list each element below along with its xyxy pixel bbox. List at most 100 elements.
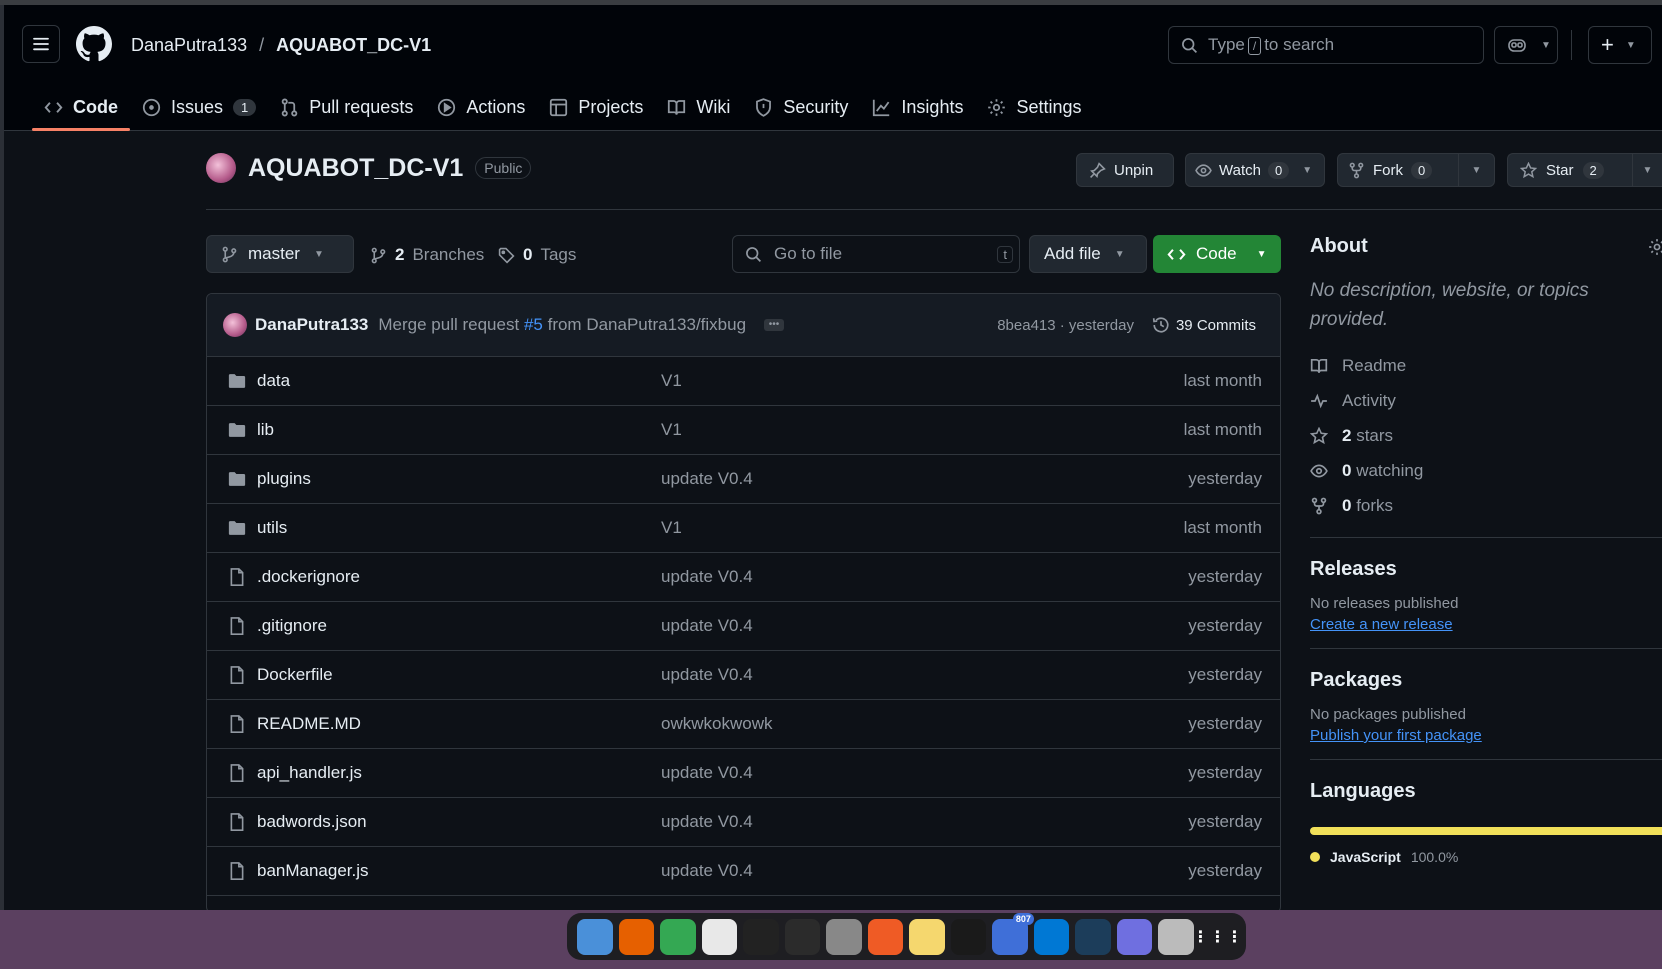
dock-postman-icon[interactable]: [867, 918, 904, 955]
forks-link[interactable]: 0 forks: [1310, 488, 1662, 523]
repo-name[interactable]: AQUABOT_DC-V1: [248, 154, 463, 183]
tab-actions[interactable]: Actions: [425, 87, 537, 127]
dock-chat-icon[interactable]: 807: [992, 912, 1034, 955]
github-logo-icon[interactable]: [76, 26, 112, 62]
tab-insights[interactable]: Insights: [860, 87, 975, 127]
file-row[interactable]: Dockerfile update V0.4 yesterday: [207, 651, 1280, 700]
dock-app-a-icon[interactable]: [743, 918, 779, 955]
create-new-button[interactable]: + ▼: [1588, 26, 1652, 64]
branch-selector[interactable]: master ▼: [206, 235, 354, 273]
star-dropdown[interactable]: ▼: [1632, 154, 1662, 186]
file-row[interactable]: lib V1 last month: [207, 406, 1280, 455]
file-name[interactable]: lib: [257, 420, 274, 440]
dock-app-grid-icon[interactable]: ⋮⋮⋮: [1192, 918, 1242, 955]
pr-link[interactable]: #5: [524, 315, 543, 334]
dock-trash-icon[interactable]: [1158, 918, 1194, 955]
file-name[interactable]: api_handler.js: [257, 763, 362, 783]
avatar[interactable]: [206, 153, 236, 183]
dock-chrome-icon[interactable]: [660, 918, 696, 955]
dock-notes-icon[interactable]: [909, 918, 945, 955]
code-button[interactable]: Code ▼: [1153, 235, 1281, 273]
tags-link[interactable]: 0 Tags: [498, 245, 576, 265]
fork-dropdown[interactable]: ▼: [1458, 154, 1494, 186]
file-name[interactable]: Dockerfile: [257, 665, 333, 685]
tab-security[interactable]: Security: [742, 87, 860, 127]
watch-button[interactable]: Watch 0 ▼: [1185, 153, 1325, 187]
go-to-file-input[interactable]: Go to file t: [732, 235, 1020, 273]
dock-terminal-icon[interactable]: [784, 918, 821, 955]
readme-link[interactable]: Readme: [1310, 348, 1662, 383]
chevron-down-icon[interactable]: ▼: [1302, 165, 1312, 176]
file-name[interactable]: data: [257, 371, 290, 391]
tab-wiki[interactable]: Wiki: [655, 87, 742, 127]
avatar[interactable]: [223, 313, 247, 337]
language-item[interactable]: JavaScript 100.0%: [1310, 849, 1662, 865]
file-commit-message[interactable]: update V0.4: [661, 812, 753, 832]
dock-files-icon[interactable]: [577, 918, 613, 955]
gear-icon[interactable]: [1648, 238, 1662, 256]
file-commit-message[interactable]: V1: [661, 420, 682, 440]
releases-title[interactable]: Releases: [1310, 558, 1662, 581]
file-row[interactable]: data V1 last month: [207, 357, 1280, 406]
file-name[interactable]: utils: [257, 518, 287, 538]
file-row[interactable]: api_handler.js update V0.4 yesterday: [207, 749, 1280, 798]
dock-app-b-icon[interactable]: [1075, 918, 1111, 955]
file-row[interactable]: badwords.json update V0.4 yesterday: [207, 798, 1280, 847]
file-row[interactable]: .dockerignore update V0.4 yesterday: [207, 553, 1280, 602]
file-row[interactable]: plugins update V0.4 yesterday: [207, 455, 1280, 504]
file-commit-message[interactable]: update V0.4: [661, 665, 753, 685]
dock-text-editor-icon[interactable]: [701, 918, 738, 955]
tab-projects[interactable]: Projects: [537, 87, 655, 127]
star-button[interactable]: Star 2 ▼: [1507, 153, 1662, 187]
file-commit-message[interactable]: update V0.4: [661, 469, 753, 489]
eye-icon: [1195, 163, 1212, 177]
publish-package-link[interactable]: Publish your first package: [1310, 727, 1482, 744]
breadcrumb-owner[interactable]: DanaPutra133: [131, 35, 247, 56]
commit-sha-time[interactable]: 8bea413 · yesterday: [997, 317, 1134, 334]
file-name[interactable]: .dockerignore: [257, 567, 360, 587]
search-input[interactable]: Type / to search: [1168, 26, 1484, 64]
file-name[interactable]: README.MD: [257, 714, 361, 734]
file-commit-message[interactable]: V1: [661, 518, 682, 538]
file-name[interactable]: badwords.json: [257, 812, 367, 832]
tab-issues[interactable]: Issues 1: [130, 87, 268, 127]
file-commit-message[interactable]: update V0.4: [661, 567, 753, 587]
dock-firefox-icon[interactable]: [618, 918, 655, 955]
activity-link[interactable]: Activity: [1310, 383, 1662, 418]
packages-title[interactable]: Packages: [1310, 669, 1662, 692]
file-row[interactable]: README.MD owkwkokwowk yesterday: [207, 700, 1280, 749]
fork-button[interactable]: Fork 0 ▼: [1337, 153, 1495, 187]
dock-image-viewer-icon[interactable]: [1116, 918, 1153, 955]
menu-button[interactable]: [22, 25, 60, 63]
file-row[interactable]: banManager.js update V0.4 yesterday: [207, 847, 1280, 896]
commit-message[interactable]: Merge pull request #5 from DanaPutra133/…: [378, 315, 746, 335]
file-commit-message[interactable]: update V0.4: [661, 861, 753, 881]
file-commit-message[interactable]: update V0.4: [661, 763, 753, 783]
file-name[interactable]: banManager.js: [257, 861, 369, 881]
tab-settings[interactable]: Settings: [975, 87, 1093, 127]
watching-link[interactable]: 0 watching: [1310, 453, 1662, 488]
pulse-icon: [1311, 393, 1327, 408]
create-release-link[interactable]: Create a new release: [1310, 616, 1453, 633]
file-commit-message[interactable]: owkwkokwowk: [661, 714, 772, 734]
tab-code[interactable]: Code: [32, 87, 130, 131]
unpin-button[interactable]: Unpin: [1076, 153, 1174, 187]
copilot-button[interactable]: ▼: [1494, 26, 1558, 64]
ellipsis-icon[interactable]: •••: [764, 319, 785, 331]
file-row[interactable]: utils V1 last month: [207, 504, 1280, 553]
file-commit-message[interactable]: V1: [661, 371, 682, 391]
stars-link[interactable]: 2 stars: [1310, 418, 1662, 453]
file-name[interactable]: .gitignore: [257, 616, 327, 636]
commit-author[interactable]: DanaPutra133: [255, 315, 368, 335]
add-file-button[interactable]: Add file ▼: [1029, 235, 1147, 273]
dock-vscode-icon[interactable]: [1033, 918, 1070, 955]
file-name[interactable]: plugins: [257, 469, 311, 489]
dock-webstorm-icon[interactable]: [950, 918, 987, 955]
file-commit-message[interactable]: update V0.4: [661, 616, 753, 636]
branches-link[interactable]: 2 Branches: [370, 245, 484, 265]
commits-link[interactable]: 39 Commits: [1152, 316, 1256, 334]
file-row[interactable]: .gitignore update V0.4 yesterday: [207, 602, 1280, 651]
breadcrumb-repo[interactable]: AQUABOT_DC-V1: [276, 35, 431, 56]
tab-pull-requests[interactable]: Pull requests: [268, 87, 425, 127]
dock-settings-icon[interactable]: [826, 918, 862, 955]
